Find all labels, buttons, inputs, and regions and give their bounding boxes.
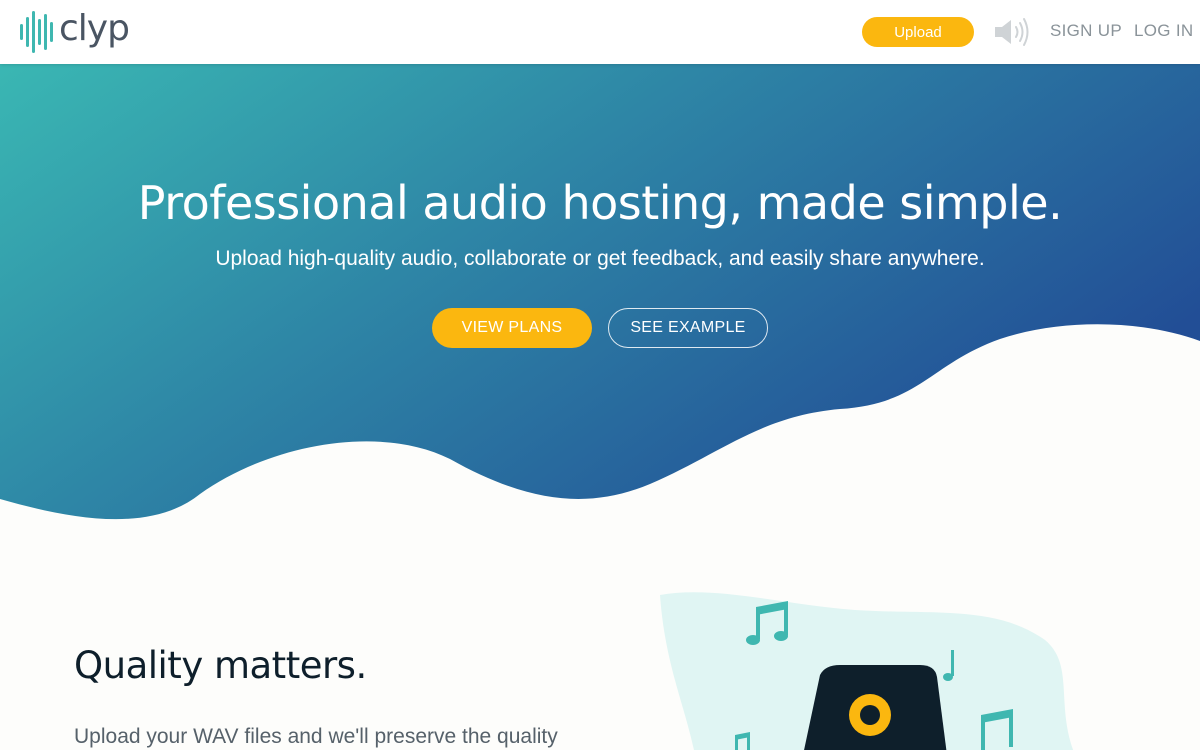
quality-description: Upload your WAV files and we'll preserve… — [74, 725, 558, 748]
upload-button[interactable]: Upload — [862, 17, 974, 47]
quality-heading: Quality matters. — [74, 644, 367, 687]
hero-title: Professional audio hosting, made simple. — [137, 176, 1063, 230]
clyp-logo[interactable]: clyp — [20, 8, 130, 54]
hero-subtitle: Upload high-quality audio, collaborate o… — [215, 247, 985, 270]
sign-up-link[interactable]: SIGN UP — [1050, 21, 1122, 41]
speaker-illustration — [660, 592, 1074, 750]
speaker-icon[interactable] — [993, 16, 1033, 48]
waveform-logo-icon — [20, 10, 53, 54]
see-example-button[interactable]: SEE EXAMPLE — [608, 308, 768, 348]
view-plans-button[interactable]: VIEW PLANS — [432, 308, 592, 348]
page: clyp Upload SIGN UP LOG IN Professional … — [0, 0, 1200, 750]
logo-text: clyp — [59, 8, 130, 49]
log-in-link[interactable]: LOG IN — [1134, 21, 1193, 41]
hero-background — [0, 64, 1200, 520]
top-navbar: clyp Upload SIGN UP LOG IN — [0, 0, 1200, 64]
